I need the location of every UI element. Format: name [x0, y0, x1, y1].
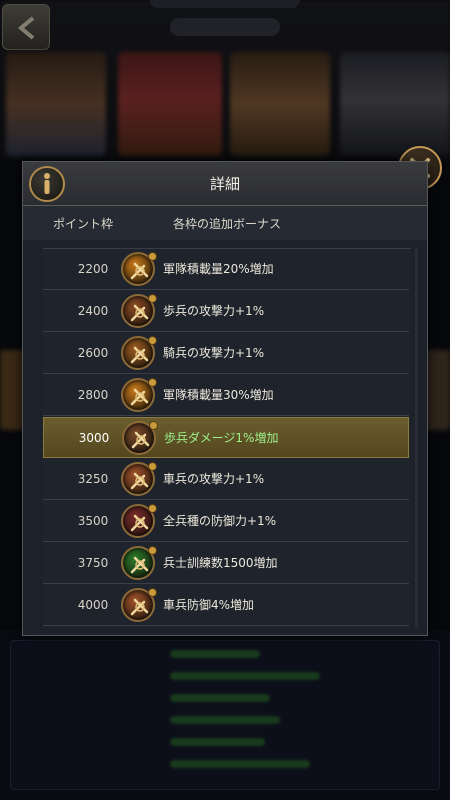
bonus-text: 軍隊積載量30%増加 — [163, 388, 274, 402]
bonus-row-highlighted[interactable]: 3000 歩兵ダメージ1%増加 — [43, 417, 409, 458]
bonus-text: 全兵種の防御力+1% — [163, 514, 277, 528]
point-value: 3500 — [77, 514, 109, 528]
bonus-row[interactable]: 3250 車兵の攻撃力+1% — [43, 459, 409, 500]
bonus-text: 歩兵の攻撃力+1% — [163, 304, 265, 318]
point-value: 2800 — [77, 388, 109, 402]
dialog-header: 詳細 — [23, 162, 427, 206]
list-scrollbar[interactable] — [415, 248, 418, 628]
infantry-damage-icon — [122, 421, 158, 455]
point-value: 3250 — [77, 472, 109, 486]
bonus-text: 軍隊積載量20%増加 — [163, 262, 274, 276]
bonus-list[interactable]: 2200 軍隊積載量20%増加 2400 歩兵の攻撃力+1% 2600 騎兵の攻撃力+1%… — [43, 248, 411, 628]
cavalry-attack-icon — [121, 336, 157, 370]
bonus-row[interactable]: 2800 軍隊積載量30%増加 — [43, 375, 409, 416]
dialog-title: 詳細 — [209, 175, 240, 193]
info-icon — [44, 173, 50, 194]
point-value: 4000 — [77, 598, 109, 612]
bonus-row[interactable]: 2400 歩兵の攻撃力+1% — [43, 291, 409, 332]
bonus-row[interactable]: 2200 軍隊積載量20%増加 — [43, 249, 409, 290]
point-value: 2200 — [77, 262, 109, 276]
bonus-row[interactable]: 4000 車兵防御4%増加 — [43, 585, 409, 626]
shield-defense-icon — [121, 504, 157, 538]
cargo-icon — [121, 378, 157, 412]
bonus-text: 騎兵の攻撃力+1% — [163, 346, 265, 360]
point-value: 3750 — [77, 556, 109, 570]
info-button[interactable] — [29, 166, 65, 202]
chariot-defense-icon — [121, 588, 157, 622]
details-dialog: 詳細 ポイント枠 各枠の追加ボーナス 2200 軍隊積載量20%増加 2400 歩兵の… — [22, 161, 428, 636]
infantry-attack-icon — [121, 294, 157, 328]
point-value: 2400 — [77, 304, 109, 318]
bonus-text: 兵士訓練数1500増加 — [163, 556, 278, 570]
training-icon — [121, 546, 157, 580]
point-value: 2600 — [77, 346, 109, 360]
bonus-text: 車兵の攻撃力+1% — [163, 472, 265, 486]
cargo-icon — [121, 252, 157, 286]
bonus-row[interactable]: 3500 全兵種の防御力+1% — [43, 501, 409, 542]
bonus-text: 歩兵ダメージ1%増加 — [164, 431, 279, 445]
point-value: 3000 — [78, 431, 110, 445]
column-point-label: ポイント枠 — [53, 217, 114, 231]
column-header: ポイント枠 各枠の追加ボーナス — [23, 206, 427, 240]
bonus-row[interactable]: 2600 騎兵の攻撃力+1% — [43, 333, 409, 374]
bonus-text: 車兵防御4%増加 — [163, 598, 255, 612]
bonus-row[interactable]: 3750 兵士訓練数1500増加 — [43, 543, 409, 584]
chariot-attack-icon — [121, 462, 157, 496]
column-bonus-label: 各枠の追加ボーナス — [173, 217, 282, 231]
